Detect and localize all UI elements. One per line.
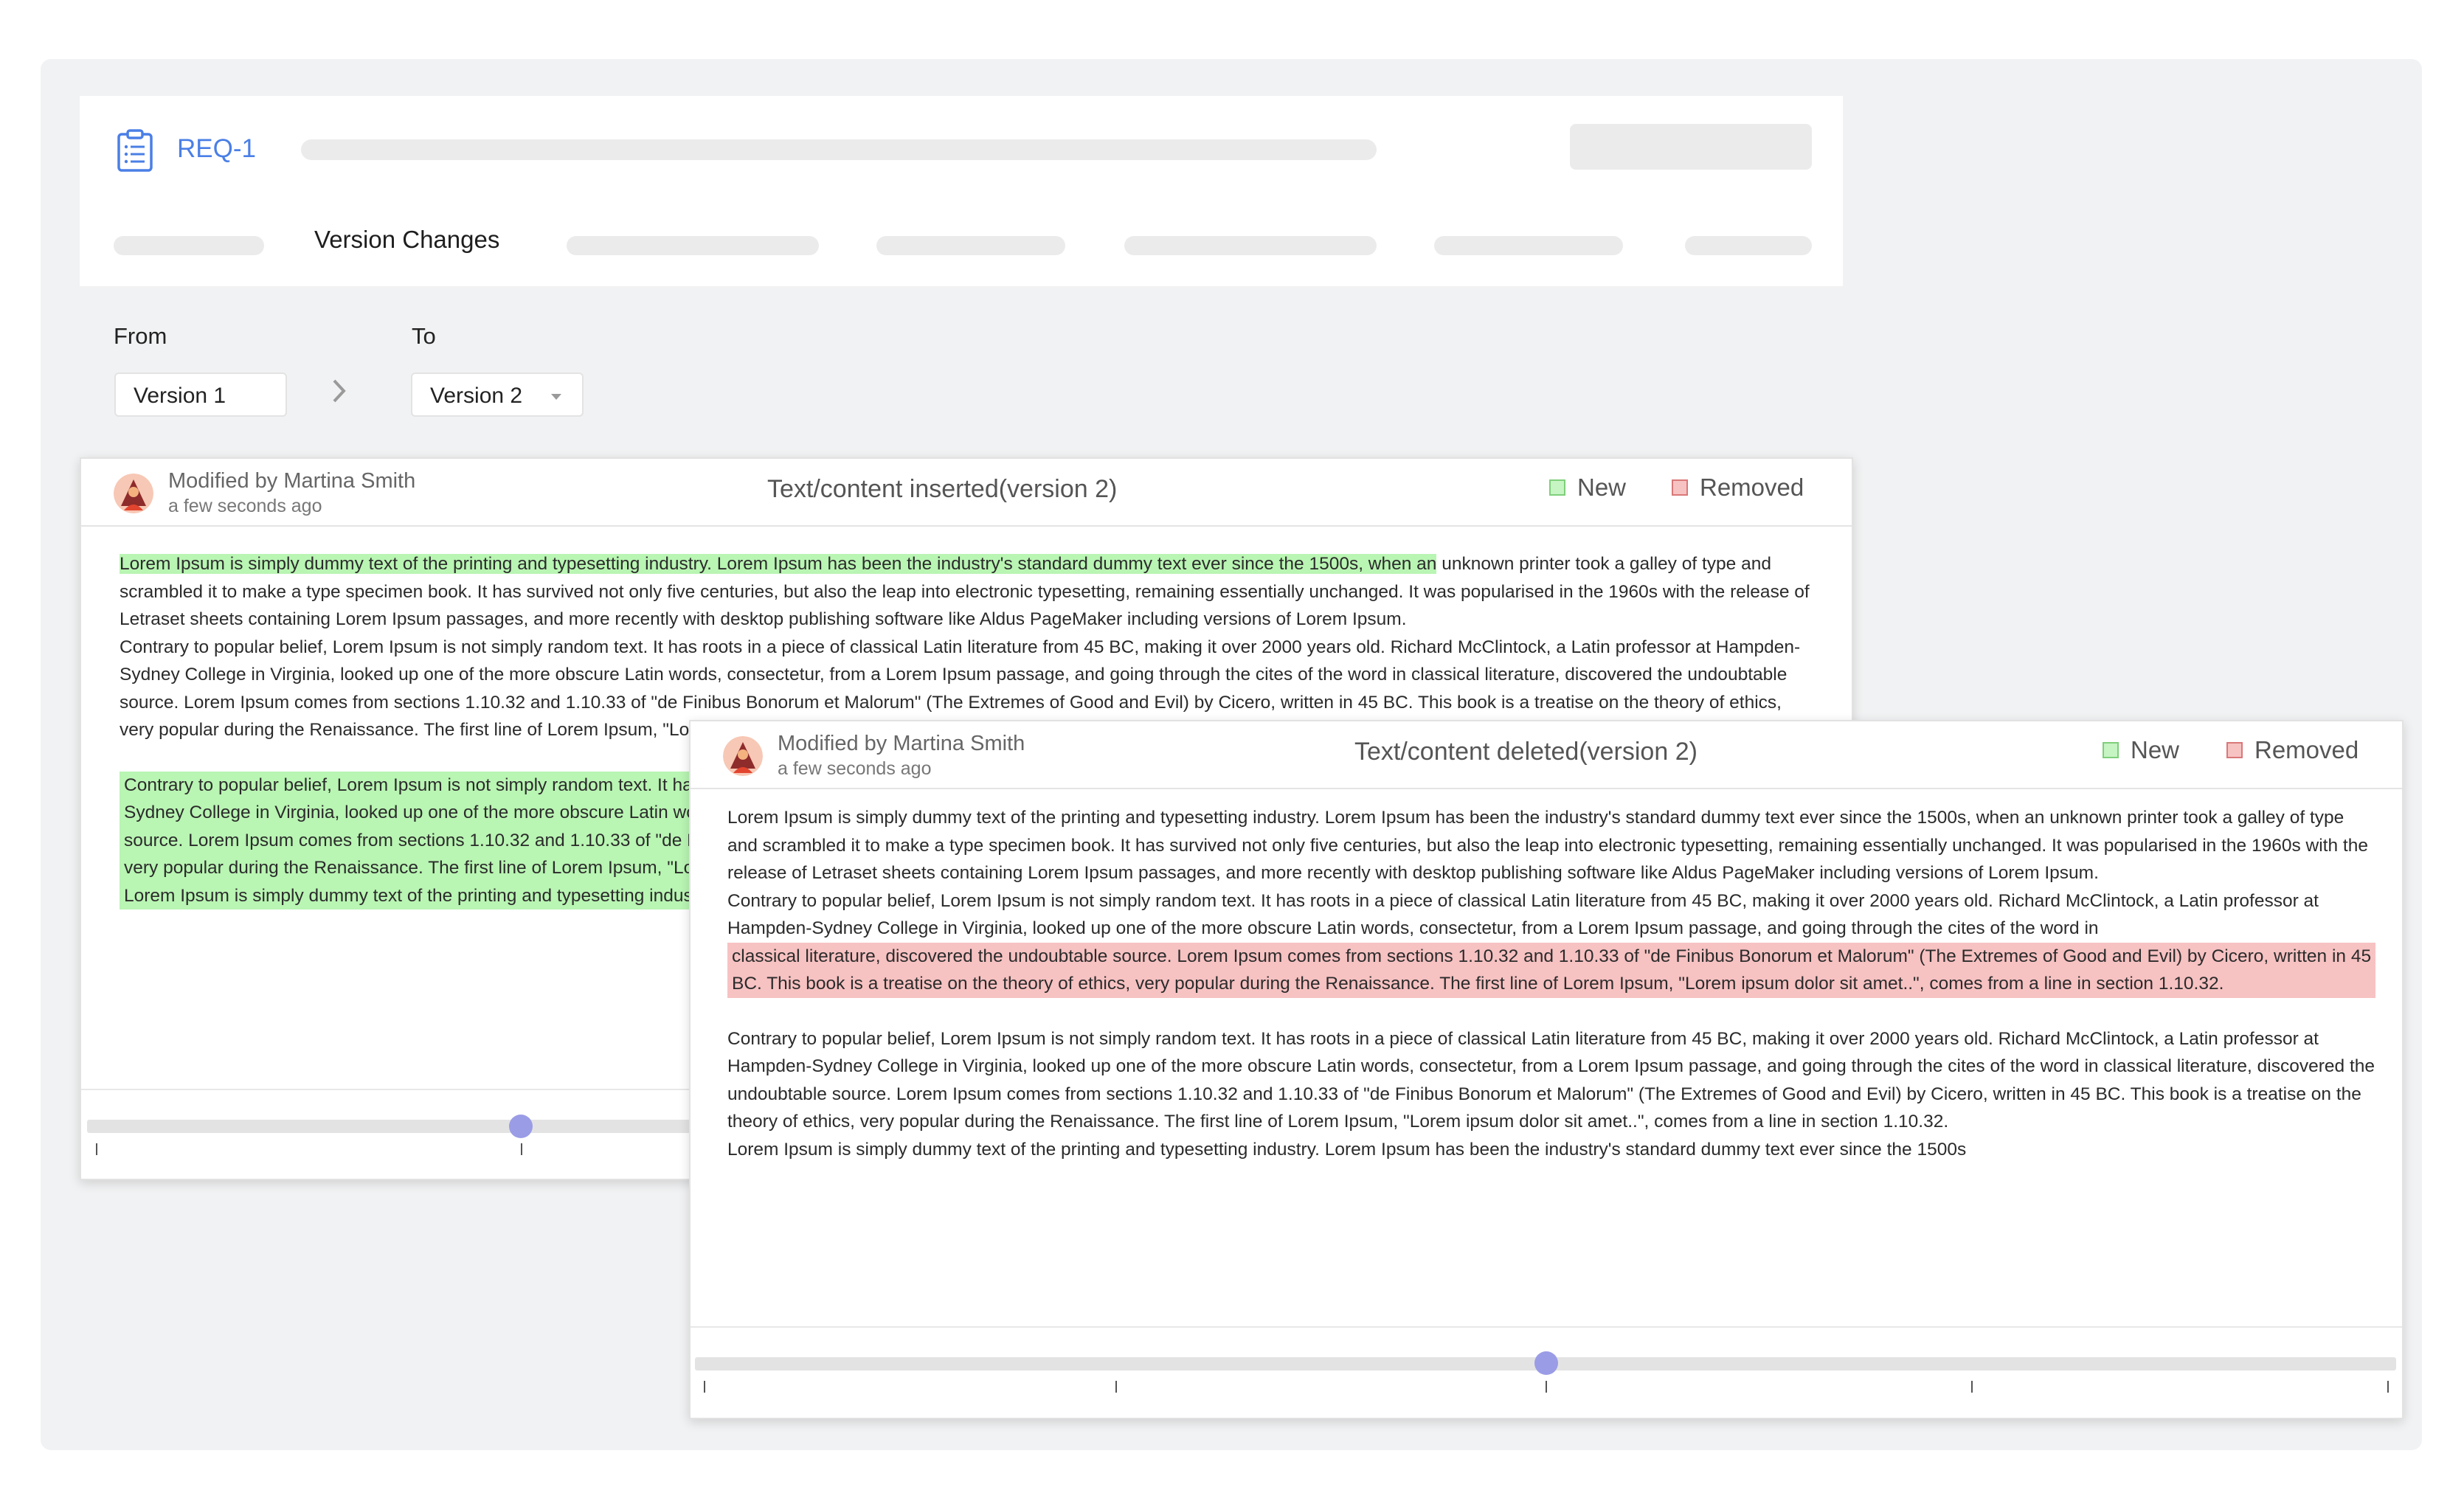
user-avatar-icon — [114, 474, 153, 513]
legend-removed: Removed — [1672, 474, 1804, 503]
timeline-tick — [704, 1381, 705, 1393]
tab-placeholder[interactable] — [567, 236, 819, 255]
deleted-changes-panel: Modified by Martina Smith a few seconds … — [689, 720, 2404, 1419]
caret-down-icon — [551, 394, 561, 400]
panel-header: Modified by Martina Smith a few seconds … — [81, 459, 1852, 527]
panel-text: Lorem Ipsum is simply dummy text of the … — [727, 804, 2375, 1163]
inserted-text: Lorem Ipsum is simply dummy text of the … — [120, 554, 1437, 574]
modified-by: Modified by Martina Smith — [778, 732, 1025, 755]
tab-placeholder[interactable] — [1434, 236, 1623, 255]
modified-time: a few seconds ago — [168, 496, 322, 516]
from-version-value: Version 1 — [134, 384, 226, 408]
modified-by: Modified by Martina Smith — [168, 469, 416, 493]
legend-new-label: New — [1577, 474, 1627, 501]
tab-version-changes[interactable]: Version Changes — [314, 226, 499, 254]
paragraph: Contrary to popular belief, Lorem Ipsum … — [727, 1028, 2375, 1132]
tab-placeholder[interactable] — [1685, 236, 1812, 255]
unchanged-text: Contrary to popular belief, Lorem Ipsum … — [727, 890, 2319, 939]
timeline-tick — [96, 1143, 97, 1155]
timeline-tick — [1971, 1381, 1973, 1393]
from-label: From — [114, 323, 167, 349]
action-placeholder — [1570, 124, 1812, 170]
panel-title: Text/content deleted(version 2) — [1354, 738, 1698, 766]
legend-removed-label: Removed — [1700, 474, 1804, 501]
paragraph: Lorem Ipsum is simply dummy text of the … — [727, 1139, 1967, 1160]
to-label: To — [412, 323, 436, 349]
from-version-select[interactable]: Version 1 — [114, 372, 287, 417]
timeline-tick — [1546, 1381, 1547, 1393]
to-version-value: Version 2 — [430, 384, 523, 408]
chevron-right-icon — [333, 379, 346, 403]
timeline-tick — [2387, 1381, 2389, 1393]
user-avatar-icon — [723, 736, 763, 776]
new-swatch — [1549, 479, 1565, 496]
legend-new: New — [1549, 474, 1626, 503]
panel-title: Text/content inserted(version 2) — [767, 475, 1118, 503]
legend-new: New — [2103, 736, 2179, 766]
version-timeline — [691, 1326, 2402, 1418]
tab-placeholder[interactable] — [1124, 236, 1377, 255]
requirement-id[interactable]: REQ-1 — [177, 134, 256, 164]
legend-new-label: New — [2131, 736, 2180, 763]
legend-removed-label: Removed — [2254, 736, 2359, 763]
clipboard-list-icon — [117, 129, 153, 172]
panel-header: Modified by Martina Smith a few seconds … — [691, 721, 2402, 789]
tab-placeholder[interactable] — [876, 236, 1065, 255]
paragraph: Contrary to popular belief, Lorem Ipsum … — [727, 887, 2375, 943]
tab-placeholder[interactable] — [114, 236, 264, 255]
timeline-handle[interactable] — [1534, 1351, 1558, 1375]
timeline-tick — [1115, 1381, 1117, 1393]
removed-swatch — [1672, 479, 1688, 496]
removed-swatch — [2226, 742, 2243, 758]
modified-time: a few seconds ago — [778, 758, 932, 779]
removed-text: classical literature, discovered the und… — [727, 942, 2375, 998]
paragraph: Lorem Ipsum is simply dummy text of the … — [727, 808, 2368, 883]
timeline-handle[interactable] — [509, 1115, 533, 1138]
new-swatch — [2103, 742, 2119, 758]
title-placeholder — [301, 139, 1377, 160]
timeline-tick — [521, 1143, 522, 1155]
paragraph: Lorem Ipsum is simply dummy text of the … — [120, 550, 1821, 634]
requirement-header: REQ-1 Version Changes — [80, 96, 1843, 286]
legend-removed: Removed — [2226, 736, 2359, 766]
to-version-select[interactable]: Version 2 — [411, 372, 584, 417]
